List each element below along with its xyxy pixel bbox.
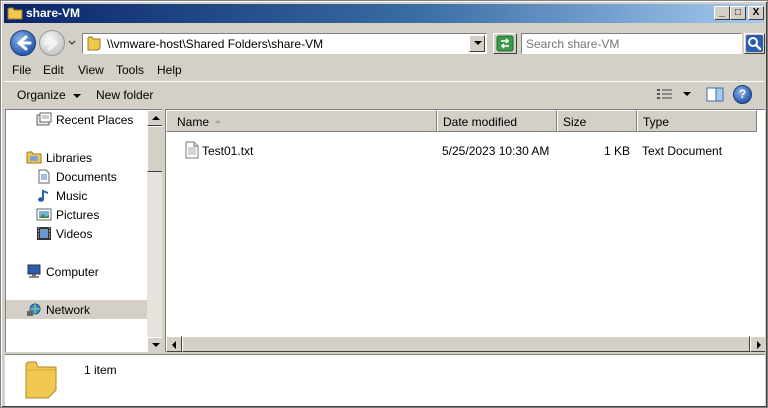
minimize-button[interactable]: _ [714, 6, 730, 20]
view-options-chevron-icon[interactable] [683, 92, 691, 96]
column-label: Size [563, 115, 587, 129]
nav-item-documents[interactable]: Documents [6, 167, 147, 186]
nav-item-network[interactable]: Network [6, 300, 147, 319]
window-title: share-VM [26, 6, 81, 20]
column-label: Name [177, 115, 210, 129]
address-row: \\vmware-host\Shared Folders\share-VM [4, 25, 765, 59]
nav-label: Videos [56, 227, 93, 241]
documents-icon [38, 169, 50, 184]
scroll-thumb[interactable] [182, 336, 750, 352]
scroll-down-button[interactable] [147, 337, 162, 352]
file-list-horizontal-scrollbar[interactable] [166, 336, 765, 352]
close-button[interactable]: X [748, 6, 764, 20]
scroll-left-button[interactable] [166, 336, 182, 352]
column-header-size[interactable]: Size [557, 110, 637, 132]
videos-icon [37, 227, 51, 240]
file-date-modified: 5/25/2023 10:30 AM [442, 144, 550, 158]
nav-item-videos[interactable]: Videos [6, 224, 147, 243]
refresh-button[interactable] [493, 33, 517, 54]
file-list: Name Date modified Size Type Test01.txt … [165, 109, 765, 352]
text-file-icon [185, 141, 199, 159]
file-name: Test01.txt [202, 144, 254, 158]
refresh-icon [496, 35, 514, 52]
folder-icon [87, 36, 101, 51]
search-button[interactable] [744, 33, 765, 54]
file-row[interactable]: Test01.txt 5/25/2023 10:30 AM 1 KB Text … [166, 140, 765, 160]
network-icon [27, 303, 41, 316]
folder-icon [7, 7, 23, 20]
column-header-date-modified[interactable]: Date modified [437, 110, 557, 132]
change-view-icon[interactable] [655, 86, 677, 103]
menu-edit[interactable]: Edit [43, 63, 64, 77]
nav-label: Computer [46, 265, 99, 279]
navigation-pane: Recent Places Libraries Documents Music [5, 109, 162, 352]
column-header-name[interactable]: Name [166, 110, 437, 132]
nav-item-music[interactable]: Music [6, 186, 147, 205]
nav-item-libraries[interactable]: Libraries [6, 148, 147, 167]
search-input[interactable] [526, 36, 736, 51]
music-icon [38, 190, 48, 202]
arrow-right-icon [757, 341, 761, 349]
address-path[interactable]: \\vmware-host\Shared Folders\share-VM [107, 37, 323, 51]
column-label: Type [643, 115, 670, 129]
command-toolbar: Organize New folder ? [4, 81, 764, 107]
nav-label: Music [56, 189, 88, 203]
computer-icon [27, 264, 41, 278]
arrow-down-icon [152, 343, 160, 347]
pictures-icon [36, 208, 52, 221]
file-type: Text Document [642, 144, 723, 158]
forward-arrow-icon [43, 35, 58, 51]
search-field[interactable] [521, 33, 742, 54]
forward-button[interactable] [39, 30, 65, 56]
help-button[interactable]: ? [733, 85, 752, 104]
folder-icon [25, 361, 57, 399]
column-header-type[interactable]: Type [637, 110, 757, 132]
nav-label: Pictures [56, 208, 100, 222]
scroll-thumb[interactable] [147, 126, 162, 172]
chevron-down-icon [72, 93, 81, 98]
back-button[interactable] [10, 30, 36, 56]
nav-label: Libraries [46, 151, 93, 165]
arrow-left-icon [172, 341, 176, 349]
arrow-up-icon [152, 116, 160, 120]
nav-item-pictures[interactable]: Pictures [6, 205, 147, 224]
menu-bar: File Edit View Tools Help [4, 60, 764, 80]
organize-button[interactable]: Organize [17, 88, 81, 102]
scroll-up-button[interactable] [147, 110, 162, 126]
menu-view[interactable]: View [78, 63, 104, 77]
organize-label: Organize [17, 88, 66, 102]
nav-label: Documents [56, 170, 117, 184]
chevron-down-icon [474, 41, 482, 45]
title-bar[interactable]: share-VM _ □ X [4, 4, 764, 23]
nav-item-recent-places[interactable]: Recent Places [6, 110, 147, 129]
libraries-icon [26, 151, 42, 164]
file-size: 1 KB [603, 144, 630, 158]
search-icon [746, 35, 763, 52]
maximize-button[interactable]: □ [730, 6, 746, 20]
recent-places-icon [36, 112, 52, 126]
menu-tools[interactable]: Tools [116, 63, 144, 77]
address-bar[interactable]: \\vmware-host\Shared Folders\share-VM [82, 33, 487, 54]
nav-item-computer[interactable]: Computer [6, 262, 147, 281]
back-arrow-icon [17, 35, 32, 51]
nav-label: Recent Places [56, 113, 134, 127]
scroll-right-button[interactable] [750, 336, 765, 352]
sort-ascending-icon [215, 120, 221, 123]
nav-vertical-scrollbar[interactable] [147, 110, 162, 352]
column-label: Date modified [443, 115, 518, 129]
item-count: 1 item [84, 363, 117, 377]
menu-help[interactable]: Help [157, 63, 182, 77]
recent-pages-chevron-icon[interactable] [67, 36, 77, 50]
explorer-window: share-VM _ □ X \\vmware-host\Shared Fold… [0, 0, 768, 408]
menu-file[interactable]: File [12, 63, 31, 77]
nav-label: Network [46, 303, 91, 317]
address-dropdown-button[interactable] [469, 35, 485, 52]
new-folder-button[interactable]: New folder [96, 88, 153, 102]
preview-pane-icon[interactable] [706, 86, 724, 103]
details-pane: 1 item [5, 354, 765, 406]
